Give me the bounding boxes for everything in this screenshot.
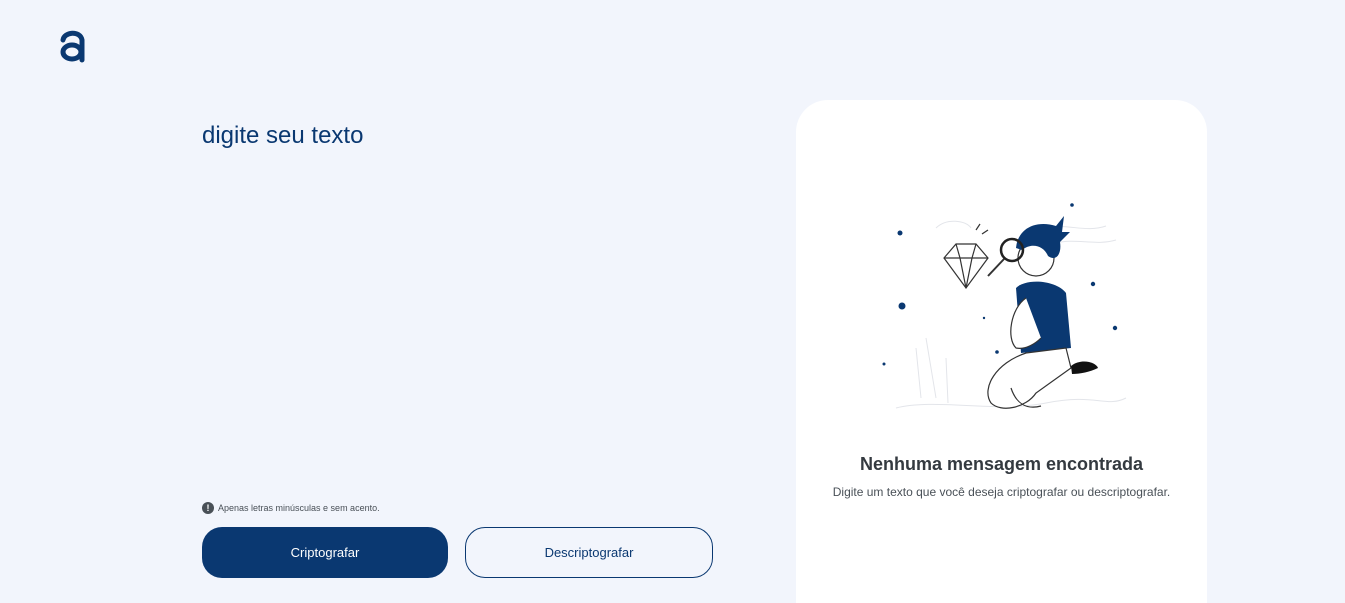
alura-logo-icon bbox=[60, 30, 85, 63]
empty-state-subtitle: Digite um texto que você deseja criptogr… bbox=[832, 485, 1171, 499]
hint-text: Apenas letras minúsculas e sem acento. bbox=[218, 503, 380, 513]
page: ! Apenas letras minúsculas e sem acento.… bbox=[0, 0, 1345, 603]
decrypt-button[interactable]: Descriptografar bbox=[465, 527, 713, 578]
search-person-illustration bbox=[882, 203, 1127, 409]
result-panel: Nenhuma mensagem encontrada Digite um te… bbox=[796, 100, 1207, 603]
empty-state-title: Nenhuma mensagem encontrada bbox=[859, 454, 1144, 474]
message-input[interactable] bbox=[202, 122, 722, 482]
input-hint: ! Apenas letras minúsculas e sem acento. bbox=[202, 502, 380, 514]
encrypt-button[interactable]: Criptografar bbox=[202, 527, 448, 578]
exclamation-circle-icon: ! bbox=[202, 502, 214, 514]
